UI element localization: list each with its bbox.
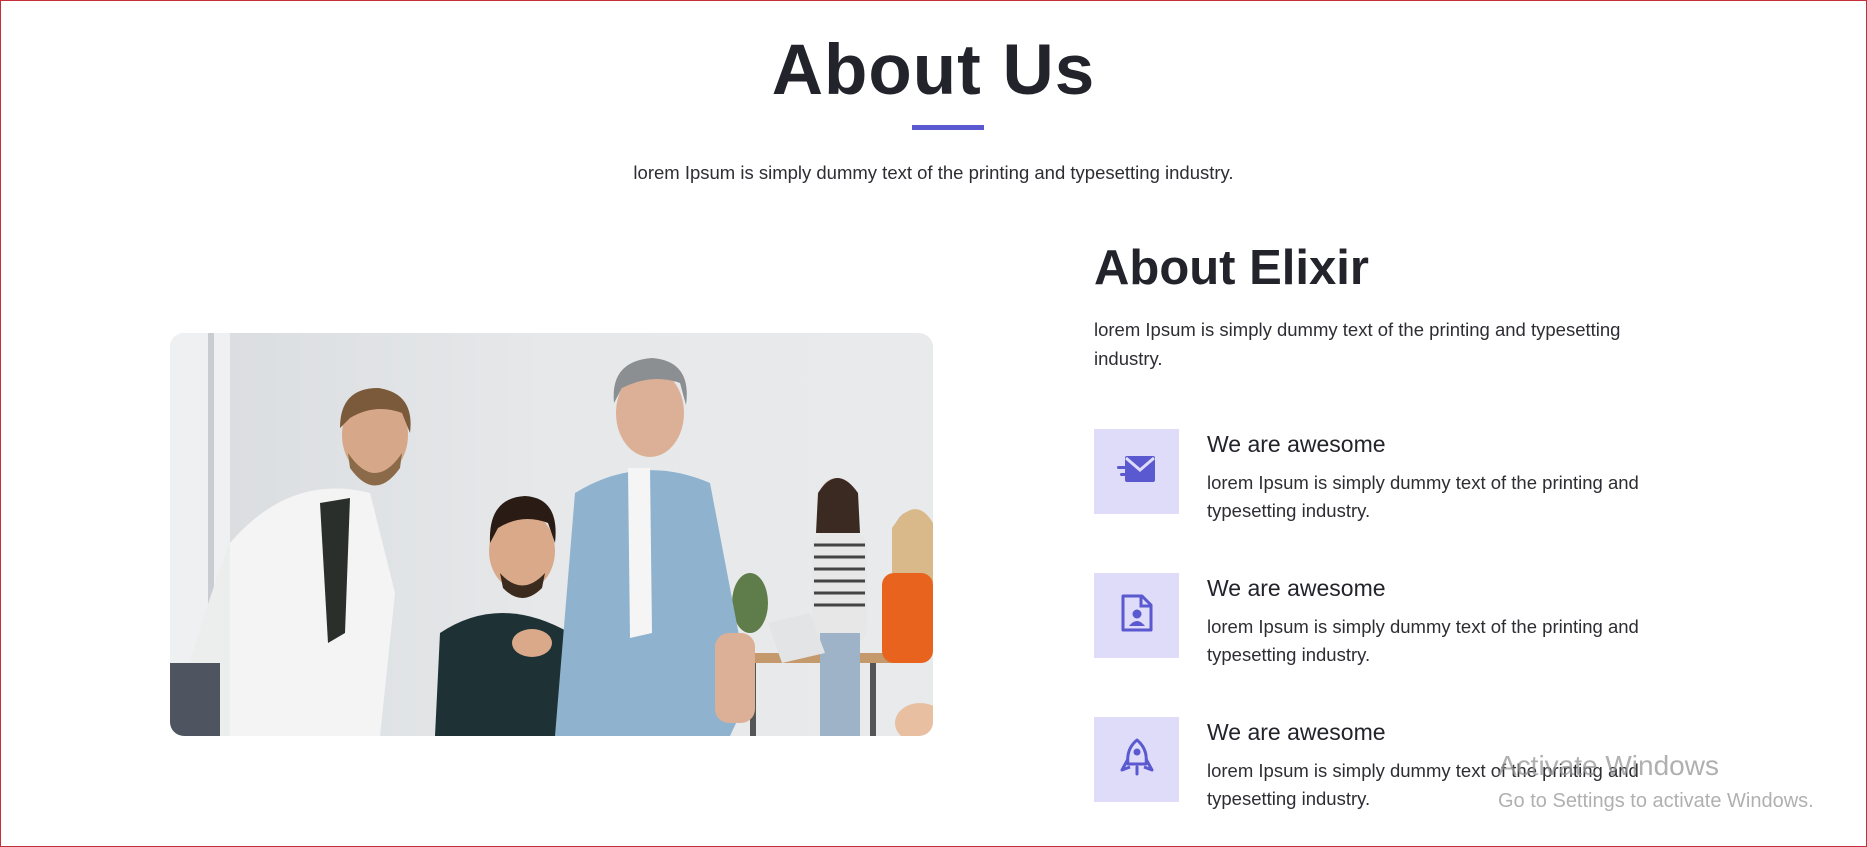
feature-item: We are awesome lorem Ipsum is simply dum… <box>1094 573 1734 683</box>
about-heading: About Elixir <box>1094 241 1369 295</box>
team-photo <box>170 333 933 736</box>
feature-text: lorem Ipsum is simply dummy text of the … <box>1207 616 1639 665</box>
activation-watermark: Activate Windows Go to Settings to activ… <box>1498 748 1814 816</box>
feature-icon-box <box>1094 573 1179 658</box>
envelope-icon <box>1116 452 1157 491</box>
feature-title: We are awesome <box>1207 431 1386 457</box>
feature-icon-box <box>1094 717 1179 802</box>
feature-item: We are awesome lorem Ipsum is simply dum… <box>1094 429 1734 539</box>
feature-icon-box <box>1094 429 1179 514</box>
watermark-title: Activate Windows <box>1498 750 1719 781</box>
feature-title: We are awesome <box>1207 719 1386 745</box>
contact-file-icon <box>1120 593 1154 638</box>
feature-title: We are awesome <box>1207 575 1386 601</box>
about-description: lorem Ipsum is simply dummy text of the … <box>1094 319 1621 369</box>
title-underline <box>912 125 984 130</box>
feature-text: lorem Ipsum is simply dummy text of the … <box>1207 472 1639 521</box>
watermark-subtitle: Go to Settings to activate Windows. <box>1498 790 1814 812</box>
rocket-icon <box>1119 737 1155 782</box>
section-title: About Us <box>771 31 1096 110</box>
section-subtitle: lorem Ipsum is simply dummy text of the … <box>633 162 1234 183</box>
